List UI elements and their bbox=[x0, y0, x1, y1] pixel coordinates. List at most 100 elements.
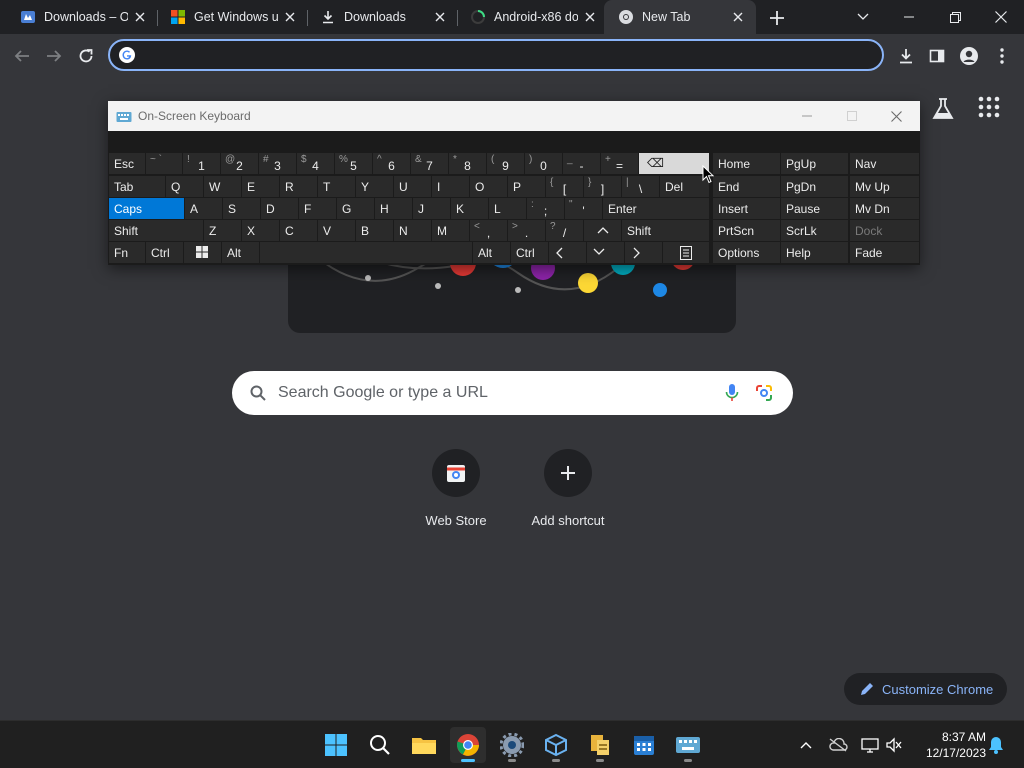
tray-network[interactable] bbox=[860, 735, 880, 755]
key-k[interactable]: K bbox=[451, 198, 488, 219]
key-tab[interactable]: Tab bbox=[109, 176, 165, 197]
taskbar-app[interactable] bbox=[582, 727, 618, 763]
downloads-button[interactable] bbox=[892, 42, 920, 70]
notifications-button[interactable] bbox=[986, 735, 1006, 755]
key-x[interactable]: X bbox=[242, 220, 279, 241]
close-window-button[interactable] bbox=[978, 0, 1024, 34]
tab-windows-updates[interactable]: Get Windows updates bbox=[150, 0, 308, 34]
key-right-arrow[interactable] bbox=[625, 242, 662, 263]
key-insert[interactable]: Insert bbox=[713, 198, 780, 219]
ntp-search-box[interactable]: Search Google or type a URL bbox=[232, 371, 793, 415]
close-tab-icon[interactable] bbox=[726, 5, 750, 29]
key-p[interactable]: P bbox=[508, 176, 545, 197]
close-tab-icon[interactable] bbox=[428, 5, 452, 29]
tray-onedrive[interactable] bbox=[828, 735, 848, 755]
key-q[interactable]: Q bbox=[166, 176, 203, 197]
key-backslash[interactable]: | \ bbox=[622, 176, 659, 197]
reload-button[interactable] bbox=[72, 42, 100, 70]
taskbar-virtualbox[interactable] bbox=[538, 727, 574, 763]
key-equals[interactable]: + = bbox=[601, 153, 638, 174]
taskbar-search-button[interactable] bbox=[362, 727, 398, 763]
key-left-arrow[interactable] bbox=[549, 242, 586, 263]
key-scrlk[interactable]: ScrLk bbox=[781, 220, 848, 241]
key-c[interactable]: C bbox=[280, 220, 317, 241]
key-b[interactable]: B bbox=[356, 220, 393, 241]
key-pgup[interactable]: PgUp bbox=[781, 153, 848, 174]
key-space[interactable] bbox=[260, 242, 472, 263]
side-panel-button[interactable] bbox=[923, 42, 951, 70]
key-9[interactable]: (9 bbox=[487, 153, 524, 174]
key-comma[interactable]: <, bbox=[470, 220, 507, 241]
key-0[interactable]: ) 0 bbox=[525, 153, 562, 174]
key-3[interactable]: #3 bbox=[259, 153, 296, 174]
close-tab-icon[interactable] bbox=[128, 5, 152, 29]
key-alt[interactable]: Alt bbox=[222, 242, 259, 263]
key-mv-up[interactable]: Mv Up bbox=[850, 176, 919, 197]
close-tab-icon[interactable] bbox=[578, 5, 602, 29]
key-y[interactable]: Y bbox=[356, 176, 393, 197]
key-right-shift[interactable]: Shift bbox=[622, 220, 709, 241]
key-j[interactable]: J bbox=[413, 198, 450, 219]
key-pgdn[interactable]: PgDn bbox=[781, 176, 848, 197]
key-end[interactable]: End bbox=[713, 176, 780, 197]
key-backspace[interactable]: ⌫ bbox=[639, 153, 709, 174]
key-ctrl[interactable]: Ctrl bbox=[146, 242, 183, 263]
key-pause[interactable]: Pause bbox=[781, 198, 848, 219]
key-e[interactable]: E bbox=[242, 176, 279, 197]
key-w[interactable]: W bbox=[204, 176, 241, 197]
key-d[interactable]: D bbox=[261, 198, 298, 219]
key-down-arrow[interactable] bbox=[587, 242, 624, 263]
minimize-button[interactable] bbox=[886, 0, 932, 34]
add-shortcut-button[interactable]: Add shortcut bbox=[512, 449, 624, 528]
taskbar-clock[interactable]: 8:37 AM 12/17/2023 bbox=[914, 729, 986, 761]
taskbar-calendar[interactable] bbox=[626, 727, 662, 763]
key-enter[interactable]: Enter bbox=[603, 198, 709, 219]
key-right-ctrl[interactable]: Ctrl bbox=[511, 242, 548, 263]
key-a[interactable]: A bbox=[185, 198, 222, 219]
google-lens-icon[interactable] bbox=[755, 384, 773, 402]
key-quote[interactable]: " ' bbox=[565, 198, 602, 219]
address-bar[interactable] bbox=[108, 39, 884, 71]
taskbar-settings[interactable] bbox=[494, 727, 530, 763]
new-tab-button[interactable] bbox=[764, 5, 790, 31]
key-right-alt[interactable]: Alt bbox=[473, 242, 510, 263]
key-home[interactable]: Home bbox=[713, 153, 780, 174]
address-input[interactable] bbox=[143, 46, 882, 64]
show-hidden-icons-button[interactable] bbox=[796, 735, 816, 755]
customize-chrome-button[interactable]: Customize Chrome bbox=[844, 673, 1007, 705]
tab-android-x86[interactable]: Android-x86 download bbox=[450, 0, 608, 34]
menu-button[interactable] bbox=[988, 42, 1016, 70]
key-caps[interactable]: Caps bbox=[109, 198, 184, 219]
key-4[interactable]: $4 bbox=[297, 153, 334, 174]
taskbar-on-screen-keyboard[interactable] bbox=[670, 727, 706, 763]
key-g[interactable]: G bbox=[337, 198, 374, 219]
key-esc[interactable]: Esc bbox=[109, 153, 145, 174]
key-2[interactable]: @2 bbox=[221, 153, 258, 174]
key-o[interactable]: O bbox=[470, 176, 507, 197]
osk-titlebar[interactable]: On-Screen Keyboard bbox=[108, 101, 920, 131]
tray-volume[interactable] bbox=[884, 735, 904, 755]
key-s[interactable]: S bbox=[223, 198, 260, 219]
key-t[interactable]: T bbox=[318, 176, 355, 197]
close-tab-icon[interactable] bbox=[278, 5, 302, 29]
restore-button[interactable] bbox=[932, 0, 978, 34]
key-l[interactable]: L bbox=[489, 198, 526, 219]
key-tilde[interactable]: ~ ` bbox=[146, 153, 182, 174]
voice-search-icon[interactable] bbox=[725, 383, 739, 403]
key-prtscn[interactable]: PrtScn bbox=[713, 220, 780, 241]
key-help[interactable]: Help bbox=[781, 242, 848, 263]
forward-button[interactable] bbox=[40, 42, 68, 70]
key-context-menu[interactable] bbox=[663, 242, 709, 263]
key-h[interactable]: H bbox=[375, 198, 412, 219]
tab-onedrive[interactable]: Downloads – OneDrive bbox=[0, 0, 158, 34]
key-right-bracket[interactable]: }] bbox=[584, 176, 621, 197]
key-mv-dn[interactable]: Mv Dn bbox=[850, 198, 919, 219]
key-fn[interactable]: Fn bbox=[109, 242, 145, 263]
tab-search-button[interactable] bbox=[840, 0, 886, 34]
key-6[interactable]: ^ 6 bbox=[373, 153, 410, 174]
key-z[interactable]: Z bbox=[204, 220, 241, 241]
key-fade[interactable]: Fade bbox=[850, 242, 919, 263]
osk-minimize-button[interactable] bbox=[784, 101, 829, 131]
google-apps-button[interactable] bbox=[978, 96, 1004, 122]
profile-button[interactable] bbox=[955, 42, 983, 70]
